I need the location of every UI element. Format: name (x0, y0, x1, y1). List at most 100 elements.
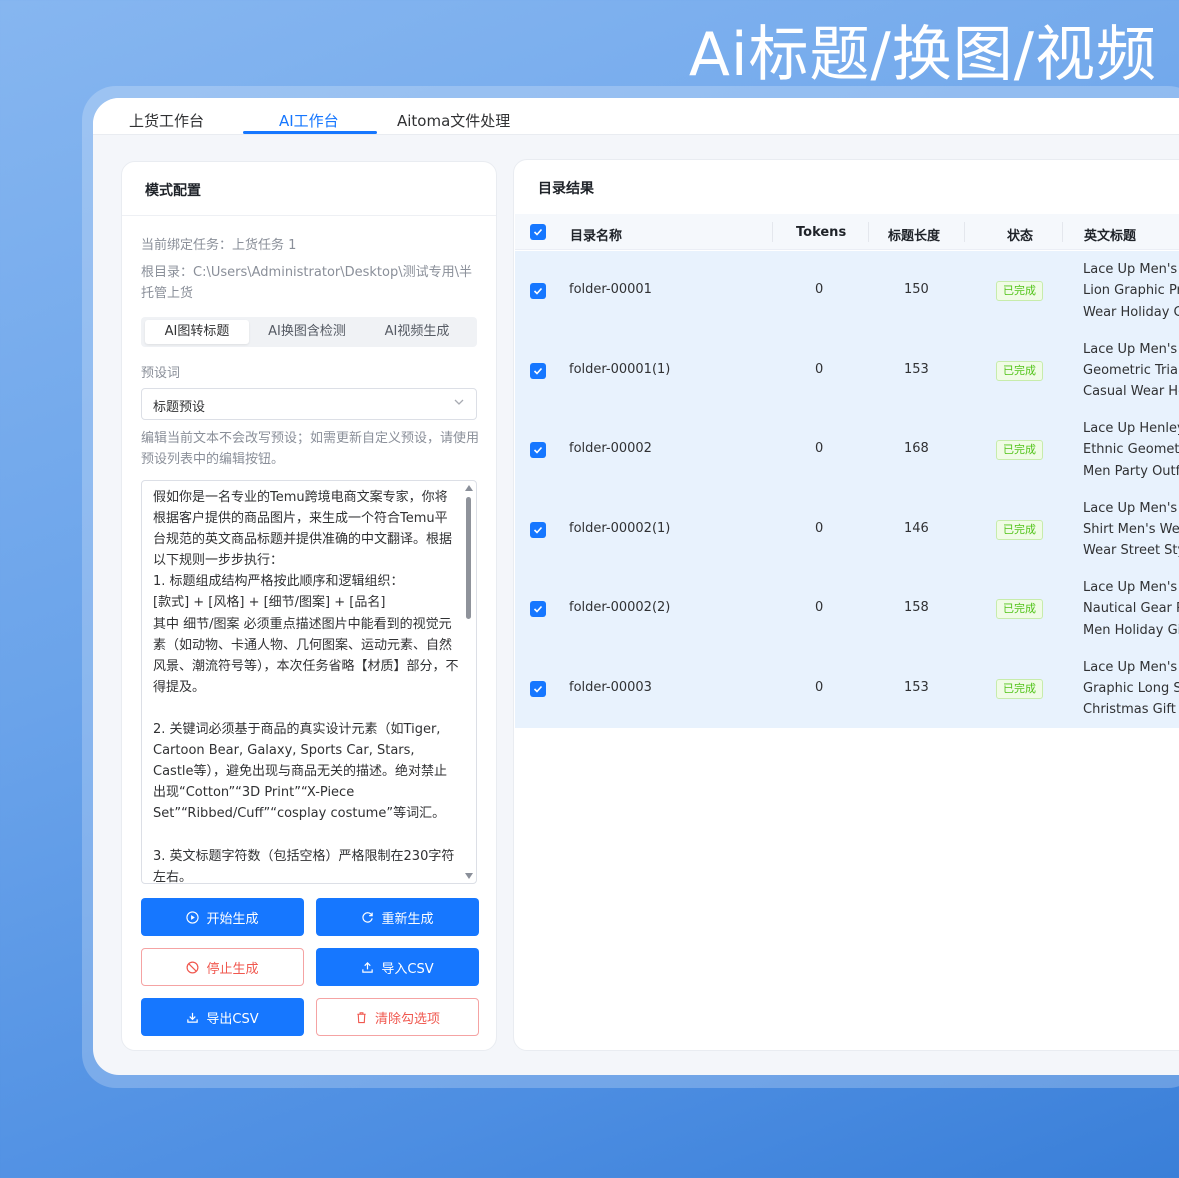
chevron-down-icon (454, 399, 464, 405)
mode-ai-image-to-title[interactable]: AI图转标题 (145, 320, 249, 344)
root-dir-text: 根目录：C:\Users\Administrator\Desktop\测试专用\… (141, 265, 472, 301)
download-icon (187, 1012, 199, 1023)
regenerate-button[interactable]: 重新生成 (316, 898, 479, 936)
tab-ai-workbench[interactable]: AI工作台 (279, 110, 339, 131)
trash-icon (357, 1011, 366, 1023)
check-icon (533, 605, 543, 613)
title-line: Nautical Gear R (1083, 601, 1179, 617)
table-row[interactable]: folder-00001(1) 0 153 已完成 Lace Up Men's … (515, 331, 1179, 411)
title-line: Men Party Outf (1083, 463, 1179, 479)
tab-aitoma-file[interactable]: Aitoma文件处理 (397, 110, 510, 131)
column-header-status[interactable]: 状态 (1007, 225, 1033, 244)
column-divider (868, 222, 869, 242)
prompt-scrollbar[interactable] (464, 483, 474, 881)
active-tab-indicator (243, 131, 377, 134)
row-english-title: Lace Up Men's Lion Graphic Pr Wear Holid… (1083, 259, 1179, 323)
table-row[interactable]: folder-00001 0 150 已完成 Lace Up Men's Lio… (515, 251, 1179, 331)
regenerate-label: 重新生成 (381, 911, 434, 927)
check-icon (533, 685, 543, 693)
row-tokens: 0 (815, 361, 824, 377)
row-english-title: Lace Up Henley Ethnic Geometr Men Party … (1083, 418, 1179, 482)
title-line: Men Holiday Gi (1083, 622, 1179, 638)
title-line: Wear Holiday G (1083, 304, 1179, 320)
table-row[interactable]: folder-00002(2) 0 158 已完成 Lace Up Men's … (515, 569, 1179, 649)
export-csv-button[interactable]: 导出CSV (141, 998, 304, 1036)
column-header-english-title[interactable]: 英文标题 (1084, 225, 1136, 244)
row-tokens: 0 (815, 441, 824, 456)
row-english-title: Lace Up Men's Shirt Men's We Wear Street… (1083, 498, 1179, 562)
title-line: Casual Wear Ho (1083, 384, 1179, 400)
row-title-length: 158 (904, 600, 929, 615)
tab-upload-workbench[interactable]: 上货工作台 (129, 110, 204, 131)
row-title-length: 153 (904, 361, 929, 377)
table-header: 目录名称 Tokens 标题长度 状态 英文标题 (515, 214, 1179, 250)
check-icon (533, 526, 543, 534)
table-row[interactable]: folder-00002 0 168 已完成 Lace Up Henley Et… (515, 410, 1179, 490)
start-generate-label: 开始生成 (206, 911, 259, 927)
title-line: Shirt Men's We (1083, 521, 1179, 537)
mode-segmented-control: AI图转标题 AI换图含检测 AI视频生成 (141, 317, 477, 347)
results-title: 目录结果 (538, 181, 594, 197)
row-checkbox[interactable] (530, 362, 546, 379)
preset-label: 预设词 (141, 366, 181, 381)
column-divider (964, 222, 965, 242)
title-line: Lace Up Men's (1083, 659, 1178, 675)
prompt-textarea[interactable]: 假如你是一名专业的Temu跨境电商文案专家，你将根据客户提供的商品图片，来生成一… (141, 480, 477, 884)
column-header-name[interactable]: 目录名称 (570, 225, 622, 244)
ban-icon (186, 961, 199, 973)
row-checkbox[interactable] (530, 521, 546, 538)
preset-hint: 编辑当前文本不会改写预设；如需更新自定义预设，请使用预设列表中的编辑按钮。 (141, 431, 480, 467)
row-folder-name: folder-00002 (569, 441, 652, 456)
row-tokens: 0 (815, 282, 824, 297)
table-row[interactable]: folder-00003 0 153 已完成 Lace Up Men's Gra… (515, 649, 1179, 729)
select-all-checkbox[interactable] (530, 224, 546, 240)
row-english-title: Lace Up Men's Nautical Gear R Men Holida… (1083, 577, 1179, 641)
check-icon (533, 287, 543, 295)
scroll-down-arrow-icon[interactable] (465, 873, 473, 879)
row-checkbox[interactable] (530, 442, 546, 458)
scroll-up-arrow-icon[interactable] (465, 485, 473, 491)
results-table-body: folder-00001 0 150 已完成 Lace Up Men's Lio… (515, 251, 1179, 728)
start-generate-button[interactable]: 开始生成 (141, 898, 304, 936)
clear-selection-button[interactable]: 清除勾选项 (316, 998, 479, 1036)
app-window: 上货工作台 AI工作台 Aitoma文件处理 模式配置 当前绑定任务：上货任务 … (93, 98, 1179, 1075)
column-header-title-length[interactable]: 标题长度 (888, 225, 940, 244)
title-line: Ethnic Geometr (1083, 442, 1179, 458)
mode-ai-image-replace[interactable]: AI换图含检测 (255, 320, 359, 344)
title-line: Lace Up Men's (1083, 262, 1178, 277)
row-tokens: 0 (815, 679, 824, 695)
title-line: Christmas Gift (1083, 702, 1176, 718)
column-header-tokens[interactable]: Tokens (796, 225, 846, 240)
mode-ai-video[interactable]: AI视频生成 (365, 320, 469, 344)
row-folder-name: folder-00002(1) (569, 520, 671, 536)
status-badge: 已完成 (996, 678, 1043, 699)
row-folder-name: folder-00002(2) (569, 600, 671, 615)
prompt-text: 假如你是一名专业的Temu跨境电商文案专家，你将根据客户提供的商品图片，来生成一… (153, 490, 459, 884)
row-title-length: 168 (904, 441, 929, 456)
row-tokens: 0 (815, 600, 824, 615)
table-row[interactable]: folder-00002(1) 0 146 已完成 Lace Up Men's … (515, 490, 1179, 570)
title-line: Lace Up Men's (1083, 500, 1178, 516)
row-checkbox[interactable] (530, 283, 546, 299)
status-badge: 已完成 (996, 599, 1043, 619)
status-badge: 已完成 (996, 281, 1043, 301)
title-line: Lion Graphic Pr (1083, 283, 1179, 299)
title-line: Lace Up Henley (1083, 421, 1179, 436)
status-badge: 已完成 (996, 440, 1043, 460)
column-divider (1062, 222, 1063, 242)
preset-select[interactable]: 标题预设 (141, 388, 477, 420)
row-folder-name: folder-00001 (569, 282, 652, 297)
title-line: Geometric Trian (1083, 362, 1179, 378)
preset-select-value: 标题预设 (153, 400, 206, 415)
row-checkbox[interactable] (530, 680, 546, 697)
row-title-length: 153 (904, 679, 929, 695)
import-csv-button[interactable]: 导入CSV (316, 948, 479, 986)
title-line: Lace Up Men's (1083, 580, 1178, 595)
status-badge: 已完成 (996, 519, 1043, 540)
stop-generate-button[interactable]: 停止生成 (141, 948, 304, 986)
scroll-thumb[interactable] (466, 497, 471, 619)
row-folder-name: folder-00001(1) (569, 361, 671, 377)
import-csv-label: 导入CSV (381, 961, 434, 977)
row-checkbox[interactable] (530, 601, 546, 617)
play-circle-icon (186, 910, 200, 924)
